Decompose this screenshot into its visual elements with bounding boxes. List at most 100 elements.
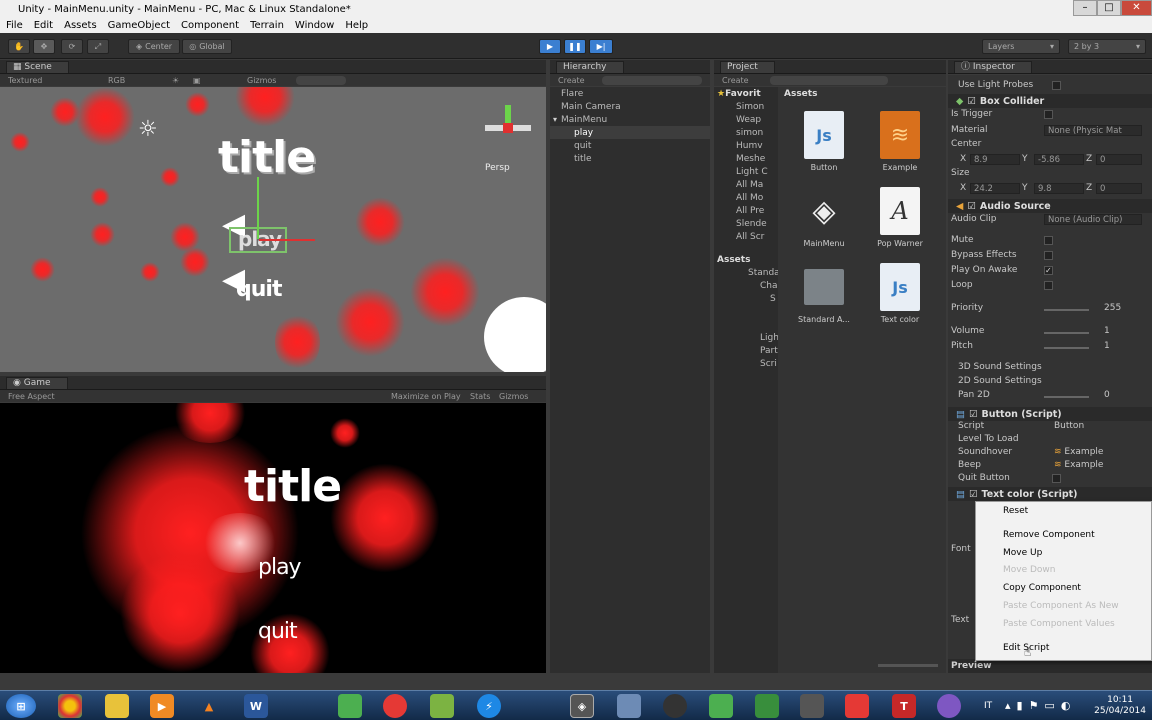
tree-item[interactable]: Ligh — [760, 333, 778, 343]
hierarchy-item-mainmenu[interactable]: MainMenu — [561, 115, 607, 125]
persp-label[interactable]: Persp — [485, 163, 510, 173]
pitch-value[interactable]: 1 — [1104, 341, 1146, 353]
menu-item-reset[interactable]: Reset — [1003, 506, 1028, 516]
use-light-probes-checkbox[interactable] — [1052, 81, 1061, 90]
hierarchy-item-flare[interactable]: Flare — [561, 89, 583, 99]
hand-tool-button[interactable]: ✋ — [8, 39, 30, 54]
center-z-field[interactable]: 0 — [1096, 154, 1142, 165]
button-script-header[interactable]: ▤ ☑ Button (Script) — [948, 407, 1152, 421]
hierarchy-create-dropdown[interactable]: Create — [558, 76, 585, 85]
explorer-icon[interactable] — [105, 694, 129, 718]
move-gizmo-x-axis[interactable] — [259, 239, 315, 241]
tree-item[interactable]: Standa — [748, 268, 778, 278]
favorites-header[interactable]: ★Favorit — [717, 89, 761, 99]
move-tool-button[interactable]: ✥ — [33, 39, 55, 54]
soundhover-field[interactable]: ≋ Example — [1054, 447, 1146, 459]
app-icon[interactable] — [338, 694, 362, 718]
audio-clip-field[interactable]: None (Audio Clip) — [1044, 214, 1142, 225]
tree-item[interactable]: S — [770, 294, 776, 304]
sun-icon[interactable]: ☀ — [172, 76, 179, 85]
menu-file[interactable]: File — [6, 20, 23, 31]
tray-icons[interactable]: ▴▮⚑▭◐ — [1005, 699, 1076, 712]
priority-value[interactable]: 255 — [1104, 303, 1146, 315]
game-gizmos-dropdown[interactable]: Gizmos — [499, 392, 528, 401]
app-icon[interactable] — [755, 694, 779, 718]
app-icon[interactable]: ⚡ — [477, 694, 501, 718]
layout-dropdown[interactable]: 2 by 3 ▾ — [1068, 39, 1146, 54]
image-icon[interactable]: ▣ — [193, 76, 201, 85]
tab-inspector[interactable]: ⓘ Inspector — [954, 60, 1032, 73]
volume-value[interactable]: 1 — [1104, 326, 1146, 338]
pitch-slider[interactable] — [1044, 347, 1089, 349]
pivot-center-toggle[interactable]: ◈ Center — [128, 39, 180, 54]
global-toggle[interactable]: ◎ Global — [182, 39, 232, 54]
pause-button[interactable]: ❚❚ — [564, 39, 586, 54]
script-field[interactable]: Button — [1054, 421, 1146, 433]
hierarchy-item-quit[interactable]: quit — [574, 141, 591, 151]
asset-item[interactable]: Js Text color — [868, 263, 932, 324]
hierarchy-item-main-camera[interactable]: Main Camera — [561, 102, 621, 112]
menu-window[interactable]: Window — [295, 20, 334, 31]
app-icon[interactable] — [845, 694, 869, 718]
menu-help[interactable]: Help — [345, 20, 368, 31]
tree-item[interactable]: Part — [760, 346, 778, 356]
app-icon[interactable]: T — [892, 694, 916, 718]
maximize-button[interactable]: □ — [1097, 0, 1121, 16]
check-icon[interactable]: ☑ — [969, 489, 978, 500]
menu-assets[interactable]: Assets — [64, 20, 97, 31]
play-button[interactable]: ▶ — [539, 39, 561, 54]
quit-button-checkbox[interactable] — [1052, 474, 1061, 483]
media-player-icon[interactable]: ▶ — [150, 694, 174, 718]
favorite-item[interactable]: Weap — [736, 115, 761, 125]
language-indicator[interactable]: IT — [984, 701, 992, 711]
menu-terrain[interactable]: Terrain — [250, 20, 284, 31]
scene-title-text[interactable]: title — [218, 132, 316, 183]
asset-item[interactable]: Standard A... — [792, 263, 856, 324]
icon-size-slider[interactable] — [878, 664, 938, 667]
scene-search-input[interactable] — [296, 75, 346, 85]
beep-field[interactable]: ≋ Example — [1054, 460, 1146, 472]
start-button[interactable]: ⊞ — [6, 694, 36, 718]
size-z-field[interactable]: 0 — [1096, 183, 1142, 194]
3d-sound-settings-foldout[interactable]: 3D Sound Settings — [958, 362, 1146, 374]
scene-gizmos-dropdown[interactable]: Gizmos — [247, 76, 276, 85]
word-icon[interactable]: W — [244, 694, 268, 718]
menu-gameobject[interactable]: GameObject — [108, 20, 170, 31]
2d-sound-settings-foldout[interactable]: 2D Sound Settings — [958, 376, 1146, 388]
favorite-item[interactable]: All Mo — [736, 193, 763, 203]
bypass-effects-checkbox[interactable] — [1044, 251, 1053, 260]
stats-toggle[interactable]: Stats — [470, 392, 490, 401]
project-search-input[interactable] — [770, 75, 888, 85]
asset-item[interactable]: Js Button — [792, 111, 856, 172]
tree-item[interactable]: Scri — [760, 359, 777, 369]
tree-item[interactable]: Cha — [760, 281, 778, 291]
is-trigger-checkbox[interactable] — [1044, 110, 1053, 119]
check-icon[interactable]: ☑ — [969, 409, 978, 420]
assets-breadcrumb[interactable]: Assets — [784, 89, 817, 99]
orientation-gizmo[interactable] — [485, 105, 531, 151]
favorite-item[interactable]: simon — [736, 128, 763, 138]
maximize-on-play-toggle[interactable]: Maximize on Play — [391, 392, 461, 401]
hierarchy-search-input[interactable] — [602, 75, 702, 85]
clock[interactable]: 10:11 25/04/2014 — [1094, 695, 1146, 717]
scene-quit-text[interactable]: quit — [236, 277, 282, 302]
mute-checkbox[interactable] — [1044, 236, 1053, 245]
menu-component[interactable]: Component — [181, 20, 239, 31]
play-on-awake-checkbox[interactable]: ✓ — [1044, 266, 1053, 275]
move-gizmo-y-axis[interactable] — [257, 177, 259, 239]
rotate-tool-button[interactable]: ⟳ — [61, 39, 83, 54]
scene-view[interactable]: ☼ title ◀ play ◀ quit Persp — [0, 87, 546, 372]
vlc-icon[interactable]: ▲ — [197, 694, 221, 718]
size-x-field[interactable]: 24.2 — [970, 183, 1020, 194]
favorite-item[interactable]: All Ma — [736, 180, 763, 190]
preview-header[interactable]: Preview — [948, 659, 1152, 673]
game-quit-text[interactable]: quit — [258, 619, 298, 644]
app-icon[interactable] — [383, 694, 407, 718]
app-icon[interactable] — [937, 694, 961, 718]
box-collider-header[interactable]: ◆ ☑ Box Collider — [948, 94, 1152, 108]
game-play-text[interactable]: play — [258, 555, 302, 580]
aspect-dropdown[interactable]: Free Aspect — [8, 392, 55, 401]
center-x-field[interactable]: 8.9 — [970, 154, 1020, 165]
tab-project[interactable]: Project — [720, 60, 775, 73]
scale-tool-button[interactable]: ⤢ — [87, 39, 109, 54]
